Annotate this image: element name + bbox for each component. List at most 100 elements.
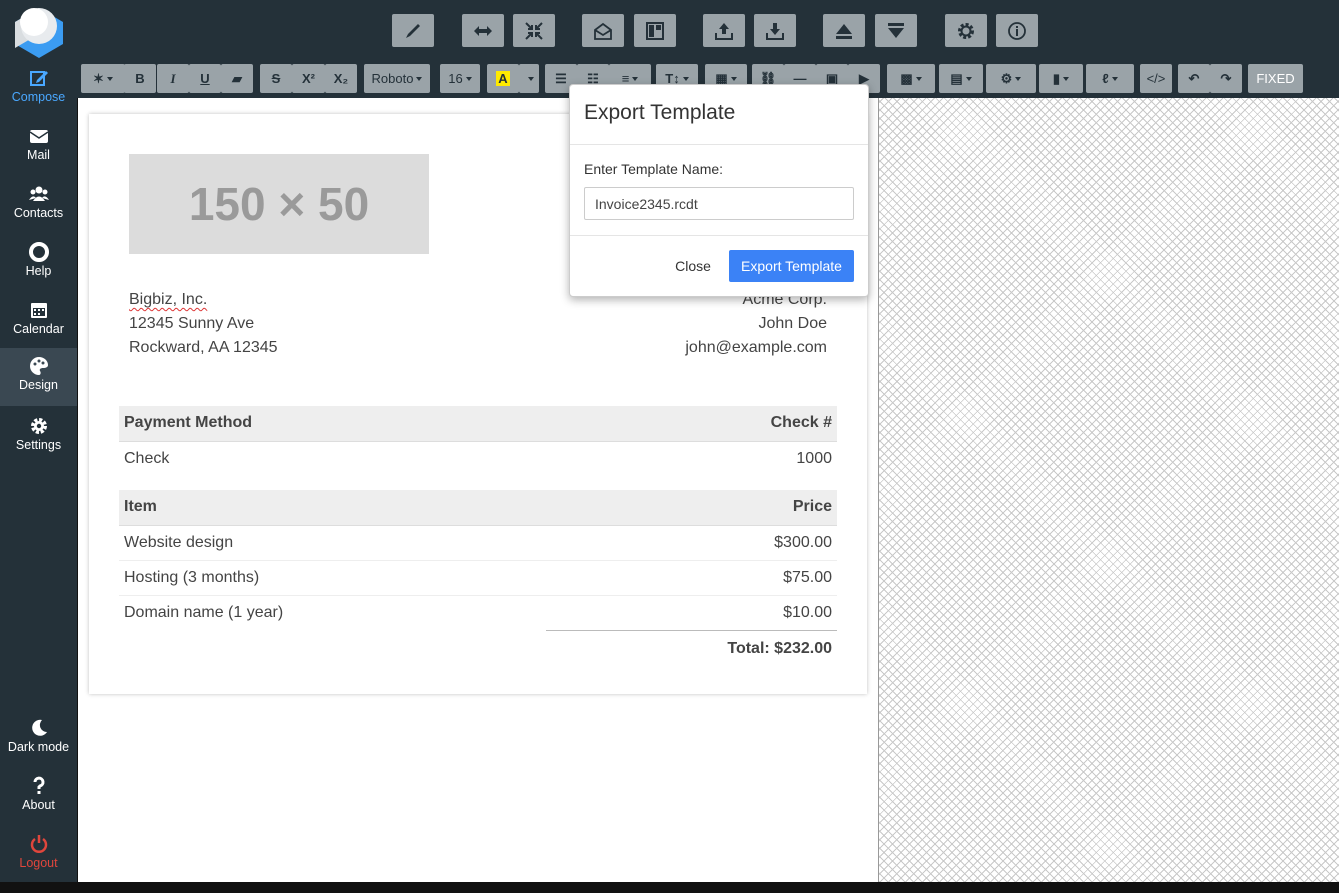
redo-button[interactable]: ↷ <box>1210 64 1242 93</box>
undo-button[interactable]: ↶ <box>1178 64 1210 93</box>
eject-up-icon <box>836 23 852 39</box>
calendar-icon <box>30 303 47 318</box>
redo-icon: ↷ <box>1220 70 1232 86</box>
close-button[interactable]: Close <box>666 250 720 282</box>
users-icon <box>28 186 49 201</box>
cogs-dropdown[interactable]: ⚙ <box>986 64 1036 93</box>
font-family-dropdown[interactable]: Roboto <box>364 64 430 93</box>
table-row: Check 1000 <box>119 441 837 476</box>
expand-width-button[interactable] <box>462 14 504 47</box>
compress-button[interactable] <box>513 14 555 47</box>
nav-settings-label: Settings <box>15 438 62 452</box>
source-code-button[interactable]: </> <box>1140 64 1172 93</box>
upload-icon <box>715 22 733 40</box>
italic-button[interactable]: I <box>157 64 189 93</box>
item-price-cell: $75.00 <box>631 560 837 596</box>
gear-icon <box>30 418 47 434</box>
settings-button[interactable] <box>945 14 987 47</box>
layout-icon <box>646 21 664 40</box>
item-header: Item <box>119 490 632 526</box>
moon-icon <box>31 719 47 736</box>
table-header-row: Payment Method Check # <box>119 406 837 442</box>
fixed-width-button[interactable]: FIXED <box>1248 64 1303 93</box>
strikethrough-button[interactable]: S <box>260 64 292 93</box>
nav-settings[interactable]: Settings <box>0 408 77 466</box>
nav-logout[interactable]: Logout <box>0 826 77 884</box>
lifebuoy-icon <box>28 242 49 262</box>
font-size-dropdown[interactable]: 16 <box>440 64 480 93</box>
sender-company: Bigbiz, Inc. <box>129 288 278 312</box>
highlight-button[interactable]: A <box>487 64 519 93</box>
envelope-icon <box>29 130 48 143</box>
download-button[interactable] <box>754 14 796 47</box>
nav-contacts-label: Contacts <box>13 206 64 220</box>
magic-wand-dropdown[interactable]: ✶ <box>81 64 125 93</box>
item-name-cell: Website design <box>119 525 632 561</box>
undo-icon: ↶ <box>1188 70 1200 86</box>
nav-logout-label: Logout <box>19 856 58 870</box>
sender-company-name: Bigbiz, Inc. <box>129 291 208 308</box>
nav-mail-label: Mail <box>27 148 50 162</box>
sender-address: Bigbiz, Inc. 12345 Sunny Ave Rockward, A… <box>129 288 278 360</box>
nav-mail[interactable]: Mail <box>0 118 77 176</box>
power-icon <box>30 835 47 853</box>
underline-button[interactable]: U <box>189 64 221 93</box>
list-ul-icon: ☰ <box>555 70 567 86</box>
variable-dropdown[interactable]: ℓ <box>1086 64 1134 93</box>
dialog-divider <box>570 144 868 145</box>
table-row: Domain name (1 year) $10.00 <box>119 595 837 630</box>
export-template-button[interactable]: Export Template <box>729 250 854 282</box>
file-dropdown[interactable]: ▤ <box>939 64 983 93</box>
price-header: Price <box>631 490 837 526</box>
nav-calendar-label: Calendar <box>13 322 64 336</box>
recipient-email: john@example.com <box>685 339 827 356</box>
template-name-input[interactable] <box>584 187 854 220</box>
plugin-dropdown[interactable]: ▮ <box>1039 64 1083 93</box>
payment-method-header: Payment Method <box>119 406 593 442</box>
image-options-dropdown[interactable]: ▩ <box>887 64 935 93</box>
subscript-button[interactable]: X₂ <box>325 64 357 93</box>
layout-button[interactable] <box>634 14 676 47</box>
invoice-total: Total: $232.00 <box>546 630 837 658</box>
bold-button[interactable]: B <box>124 64 156 93</box>
eject-down-button[interactable] <box>875 14 917 47</box>
open-mail-button[interactable] <box>582 14 624 47</box>
payment-method-cell: Check <box>124 449 170 467</box>
nav-help-label: Help <box>25 264 52 278</box>
brush-button[interactable] <box>392 14 434 47</box>
export-template-dialog: Export Template Enter Template Name: Clo… <box>569 84 869 297</box>
table-row: Website design $300.00 <box>119 525 837 561</box>
question-icon <box>33 776 44 794</box>
picture-icon: ▩ <box>900 70 913 86</box>
eraser-button[interactable]: ▰ <box>221 64 253 93</box>
table-header-row: Item Price <box>119 490 837 526</box>
brush-icon <box>406 23 420 38</box>
nav-about[interactable]: About <box>0 768 77 826</box>
nav-compose-label: Compose <box>11 90 66 104</box>
nav-dark-mode[interactable]: Dark mode <box>0 710 77 768</box>
dialog-divider <box>570 235 868 236</box>
font-size-value: 16 <box>448 71 463 86</box>
nav-help[interactable]: Help <box>0 234 77 292</box>
table-row: Hosting (3 months) $75.00 <box>119 560 837 596</box>
nav-dark-mode-label: Dark mode <box>7 740 70 754</box>
highlight-dropdown[interactable] <box>519 64 539 93</box>
cogs-icon: ⚙ <box>1000 70 1013 86</box>
eject-up-button[interactable] <box>823 14 865 47</box>
superscript-button[interactable]: X² <box>292 64 325 93</box>
nav-calendar[interactable]: Calendar <box>0 292 77 350</box>
plugin-icon: ▮ <box>1052 70 1061 86</box>
upload-button[interactable] <box>703 14 745 47</box>
eraser-icon: ▰ <box>232 70 242 86</box>
envelope-open-icon <box>594 22 612 40</box>
nav-compose[interactable]: Compose <box>0 60 77 118</box>
sender-city: Rockward, AA 12345 <box>129 339 278 356</box>
template-name-label: Enter Template Name: <box>584 161 724 177</box>
item-name-cell: Domain name (1 year) <box>124 603 284 621</box>
eject-down-icon <box>888 22 904 38</box>
nav-contacts[interactable]: Contacts <box>0 176 77 234</box>
variable-icon: ℓ <box>1102 71 1109 86</box>
nav-design[interactable]: Design <box>0 348 77 406</box>
info-button[interactable] <box>996 14 1038 47</box>
item-price-cell: $10.00 <box>783 603 832 621</box>
